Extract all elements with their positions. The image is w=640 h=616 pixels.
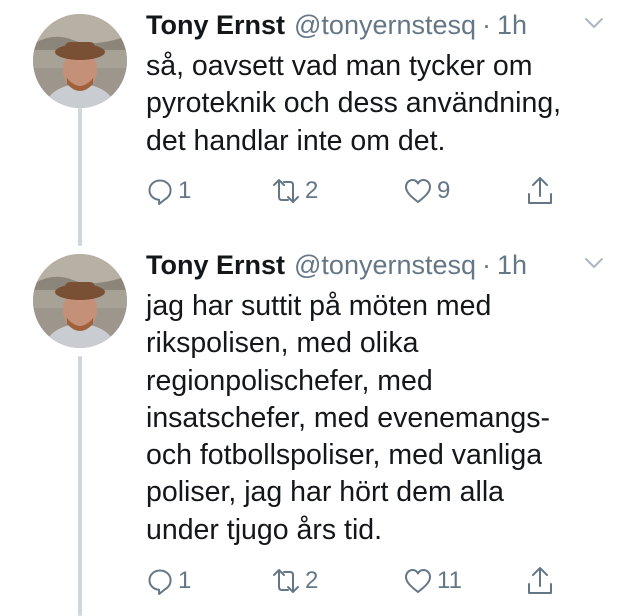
reply-icon (148, 569, 172, 595)
share-button[interactable] (526, 563, 554, 599)
tweet-actions: 1 2 11 (146, 563, 616, 599)
avatar-image (33, 14, 127, 108)
separator-dot: · (482, 250, 492, 280)
share-button[interactable] (526, 173, 554, 209)
author-handle[interactable]: @tonyernstesq (294, 10, 476, 41)
author-name[interactable]: Tony Ernst (146, 250, 285, 281)
tweet[interactable]: Tony Ernst @tonyernstesq · 1h jag har su… (0, 250, 640, 616)
avatar[interactable] (33, 254, 127, 348)
retweet-icon (273, 179, 299, 203)
tweet-text: jag har suttit på möten med rikspolisen,… (146, 290, 550, 546)
tweet-text: så, oavsett vad man tycker om pyroteknik… (146, 50, 562, 157)
tweet-header: Tony Ernst @tonyernstesq · 1h (146, 10, 527, 46)
timestamp[interactable]: 1h (497, 10, 527, 41)
share-icon (528, 177, 552, 204)
retweet-icon (273, 569, 299, 593)
reply-button[interactable]: 1 (146, 173, 191, 209)
tweet-actions: 1 2 9 (146, 173, 616, 209)
like-icon (405, 179, 431, 203)
avatar[interactable] (33, 14, 127, 108)
separator-dot: · (482, 10, 492, 40)
share-icon (528, 567, 552, 594)
author-handle[interactable]: @tonyernstesq (294, 250, 476, 281)
tweet-header: Tony Ernst @tonyernstesq · 1h (146, 250, 527, 286)
like-button[interactable]: 11 (403, 563, 462, 599)
reply-count: 1 (178, 177, 192, 204)
tweet[interactable]: Tony Ernst @tonyernstesq · 1h så, oavset… (0, 10, 640, 220)
like-count: 11 (437, 567, 462, 594)
chevron-down-icon[interactable] (583, 16, 605, 30)
reply-icon (148, 179, 172, 205)
like-count: 9 (437, 177, 451, 204)
retweet-count: 2 (305, 567, 319, 594)
like-button[interactable]: 9 (403, 173, 450, 209)
retweet-count: 2 (305, 177, 319, 204)
avatar-image (33, 254, 127, 348)
retweet-button[interactable]: 2 (271, 563, 318, 599)
reply-button[interactable]: 1 (146, 563, 191, 599)
like-icon (405, 569, 431, 593)
chevron-down-icon[interactable] (583, 256, 605, 270)
author-name[interactable]: Tony Ernst (146, 10, 285, 41)
reply-count: 1 (178, 567, 192, 594)
timestamp[interactable]: 1h (497, 250, 527, 281)
retweet-button[interactable]: 2 (271, 173, 318, 209)
